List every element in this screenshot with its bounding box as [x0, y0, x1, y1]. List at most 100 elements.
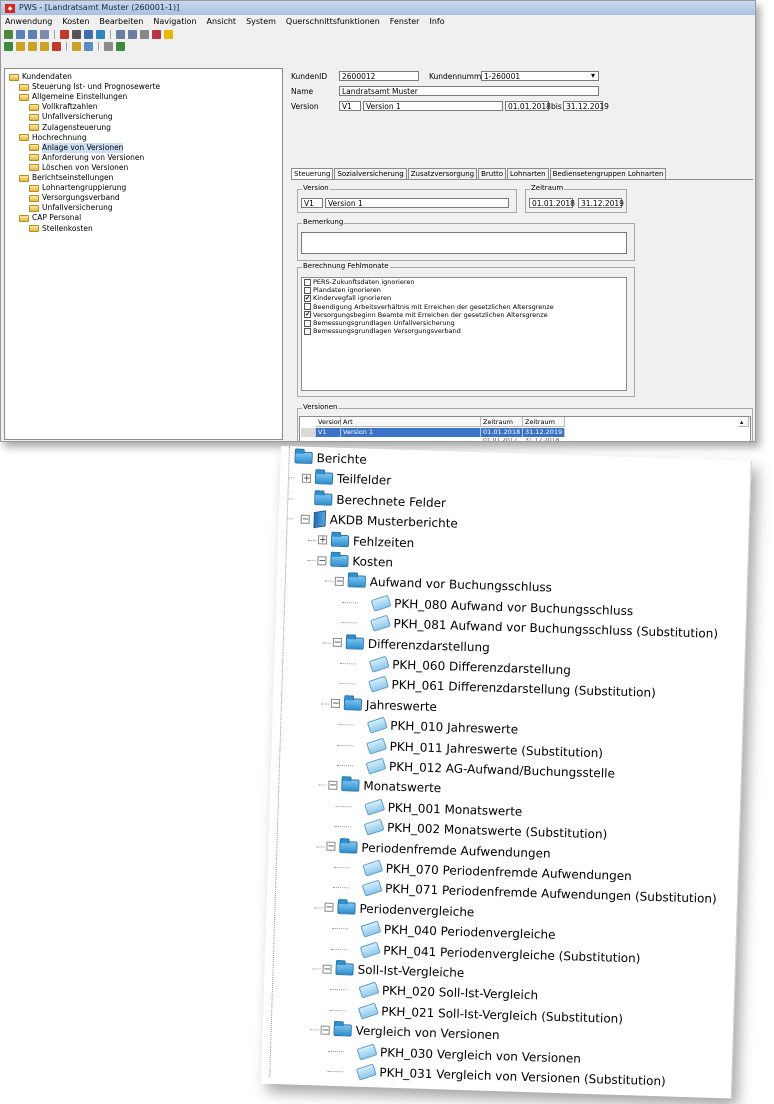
chart-icon[interactable]	[152, 29, 161, 39]
scroll-up-icon[interactable]: ▴	[738, 417, 749, 427]
version-group-name[interactable]: Version 1	[325, 198, 509, 208]
report-folder-item[interactable]: − Periodenfremde Aufwendungen	[326, 837, 551, 862]
version-to-field[interactable]: 31.12.2019	[563, 101, 609, 111]
expand-icon[interactable]: +	[317, 535, 328, 546]
print-icon[interactable]	[72, 29, 81, 39]
report-folder-item[interactable]: − Vergleich von Versionen	[320, 1021, 500, 1045]
report-folder-item[interactable]: − Differenzdarstellung	[332, 633, 490, 656]
paste-icon[interactable]	[40, 41, 49, 51]
collapse-icon[interactable]: −	[324, 902, 334, 913]
report-folder-item[interactable]: − Kosten	[317, 551, 393, 571]
report-folder-item[interactable]: Berichte	[294, 448, 367, 468]
report-item[interactable]: PKH_020 Soll-Ist-Vergleich	[358, 981, 539, 1005]
version-group-code[interactable]: V1	[301, 198, 323, 208]
menu-item-fenster[interactable]: Fenster	[390, 15, 420, 28]
table-cell-bis[interactable]: 31.12.2019	[523, 428, 565, 437]
filter-icon[interactable]	[116, 29, 125, 39]
column-header-bis[interactable]: Zeitraum bis	[523, 417, 565, 436]
nav-tree-item[interactable]: Unfallversicherung	[29, 203, 113, 213]
nav-tree-item[interactable]: Kundendaten	[9, 72, 72, 82]
collapse-icon[interactable]: −	[334, 576, 344, 587]
nav-tree-item[interactable]: Löschen von Versionen	[29, 163, 128, 173]
nav-tree-item[interactable]: Versorgungsverband	[29, 193, 120, 203]
menu-item-anwendung[interactable]: Anwendung	[5, 15, 52, 28]
report-folder-item[interactable]: − Soll-Ist-Vergleiche	[322, 960, 464, 982]
new-icon[interactable]	[4, 29, 13, 39]
zeitraum-from-field[interactable]: 01.01.2018	[529, 198, 575, 208]
document-icon[interactable]	[104, 41, 113, 51]
nav-tree-item[interactable]: Unfallversicherung	[29, 112, 113, 122]
report-folder-item[interactable]: + Fehlzeiten	[317, 531, 415, 552]
row-selector[interactable]	[301, 428, 316, 437]
column-header-version[interactable]: Version	[316, 417, 342, 427]
menu-item-system[interactable]: System	[246, 15, 276, 28]
delete-icon[interactable]	[60, 29, 69, 39]
checkbox[interactable]	[304, 303, 311, 311]
column-header-art[interactable]: Art	[341, 417, 481, 427]
nav-tree-item[interactable]: Berichtseinstellungen	[19, 173, 113, 183]
kundennummer-dropdown[interactable]: 1-260001	[481, 71, 599, 81]
report-folder-item[interactable]: − Periodenvergleiche	[324, 898, 475, 921]
menu-item-kosten[interactable]: Kosten	[62, 15, 89, 28]
fehlmonate-option[interactable]: ✔ Versorgungsbeginn Beamte mit Erreichen …	[302, 311, 626, 319]
report-folder-item[interactable]: − Aufwand vor Buchungsschluss	[334, 572, 552, 597]
warning-icon[interactable]	[164, 29, 173, 39]
nav-tree-item[interactable]: Anforderung von Versionen	[29, 153, 144, 163]
nav-tree-item[interactable]: Vollkraftzahlen	[29, 102, 98, 112]
menu-item-bearbeiten[interactable]: Bearbeiten	[99, 15, 143, 28]
zeitraum-to-field[interactable]: 31.12.2019	[578, 198, 624, 208]
table-cell-von[interactable]: 01.01.2018	[481, 428, 523, 437]
checkbox[interactable]	[304, 286, 311, 294]
fehlmonate-option[interactable]: PERS-Zukunftsdaten ignorieren	[302, 278, 626, 286]
collapse-icon[interactable]: −	[317, 555, 327, 566]
checkbox[interactable]	[304, 278, 311, 286]
save-icon[interactable]	[40, 29, 49, 39]
collapse-icon[interactable]: −	[320, 1025, 330, 1035]
fehlmonate-option[interactable]: Bemessungsgrundlagen Unfallversicherung	[302, 319, 626, 327]
nav-tree-item[interactable]: Steuerung Ist- und Prognosewerte	[19, 82, 160, 92]
report-folder-item[interactable]: − AKDB Musterberichte	[300, 510, 458, 533]
nav-tree-item[interactable]: Allgemeine Einstellungen	[19, 92, 127, 102]
report-folder-item[interactable]: − Jahreswerte	[330, 694, 438, 715]
filter-reset-icon[interactable]	[128, 29, 137, 39]
refresh-icon[interactable]	[4, 41, 13, 51]
version-from-field[interactable]: 01.01.2018	[505, 101, 551, 111]
checkbox[interactable]	[304, 319, 311, 327]
collapse-icon[interactable]: −	[328, 780, 338, 791]
report-item[interactable]: PKH_010 Jahreswerte	[366, 716, 518, 739]
menu-item-ansicht[interactable]: Ansicht	[207, 15, 237, 28]
name-field[interactable]: Landratsamt Muster	[339, 86, 599, 96]
menu-item-navigation[interactable]: Navigation	[153, 15, 196, 28]
fehlmonate-option[interactable]: Bemessungsgrundlagen Versorgungsverband	[302, 327, 626, 335]
collapse-icon[interactable]: −	[330, 698, 341, 709]
report-folder-item[interactable]: Berechnete Felder	[301, 489, 446, 512]
version-name-field[interactable]: Version 1	[363, 101, 503, 111]
collapse-icon[interactable]: −	[300, 514, 310, 525]
fehlmonate-option[interactable]: Beendigung Arbeitsverhältnis mit Erreich…	[302, 303, 626, 311]
collapse-icon[interactable]: −	[326, 841, 336, 852]
nav-tree-item[interactable]: Stellenkosten	[29, 224, 93, 234]
menu-item-querschnittsfunktionen[interactable]: Querschnittsfunktionen	[286, 15, 380, 28]
column-header-von[interactable]: Zeitraum von	[481, 417, 523, 436]
nav-tree-item[interactable]: Zulagensteuerung	[29, 123, 111, 133]
fehlmonate-option[interactable]: Plandaten ignorieren	[302, 286, 626, 294]
menu-item-info[interactable]: Info	[429, 15, 444, 28]
kunden-id-field[interactable]: 2600012	[339, 71, 419, 81]
tree-expand-icon[interactable]	[16, 29, 25, 39]
report-folder-item[interactable]: − Monatswerte	[328, 776, 441, 798]
version-code-field[interactable]: V1	[339, 101, 361, 111]
book-icon[interactable]	[84, 29, 93, 39]
copy-icon[interactable]	[28, 41, 37, 51]
collapse-icon[interactable]: −	[332, 637, 342, 648]
network-icon[interactable]	[140, 29, 149, 39]
collapse-icon[interactable]: −	[322, 964, 332, 974]
expand-icon[interactable]: +	[301, 473, 312, 484]
nav-tree-item[interactable]: CAP Personal	[19, 213, 81, 223]
nav-tree-item[interactable]: Hochrechnung	[19, 133, 87, 143]
checkbox[interactable]: ✔	[304, 294, 311, 302]
cancel-icon[interactable]	[52, 41, 61, 51]
import-icon[interactable]	[72, 41, 81, 51]
fehlmonate-option[interactable]: ✔ Kindervegfall ignorieren	[302, 294, 626, 302]
report-item[interactable]: PKH_001 Monatswerte	[364, 798, 523, 821]
print-menu-icon[interactable]	[116, 41, 125, 51]
